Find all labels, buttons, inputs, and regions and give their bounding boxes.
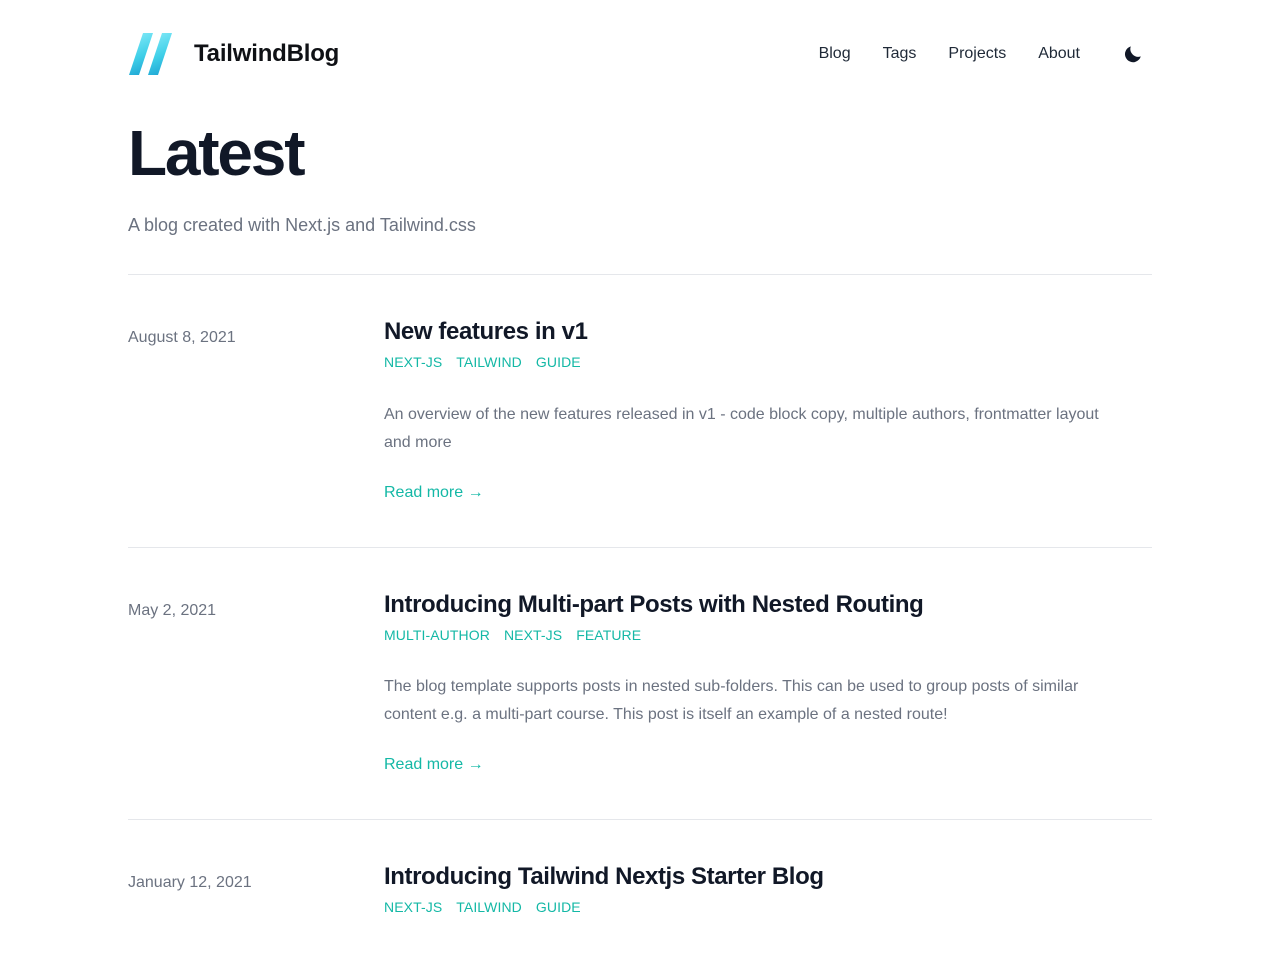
- post-excerpt: The blog template supports posts in nest…: [384, 678, 1079, 724]
- post-date-column: August 8, 2021: [128, 317, 384, 351]
- nav-item-blog[interactable]: Blog: [803, 39, 867, 69]
- post-tag-list: NEXT-JS TAILWIND GUIDE: [384, 898, 1152, 918]
- post-content: Introducing Multi-part Posts with Nested…: [384, 590, 1152, 778]
- content-container: TailwindBlog Blog Tags Projects About La…: [128, 0, 1152, 960]
- post-date-column: January 12, 2021: [128, 862, 384, 896]
- tag-link[interactable]: TAILWIND: [456, 353, 522, 373]
- tag-link[interactable]: NEXT-JS: [384, 353, 442, 373]
- tag-link[interactable]: TAILWIND: [456, 898, 522, 918]
- main-navigation: Blog Tags Projects About: [803, 35, 1152, 73]
- post-title-link[interactable]: Introducing Tailwind Nextjs Starter Blog: [384, 863, 824, 890]
- site-header: TailwindBlog Blog Tags Projects About: [128, 0, 1152, 86]
- page-subtitle: A blog created with Next.js and Tailwind…: [128, 215, 476, 236]
- post-title-link[interactable]: Introducing Multi-part Posts with Nested…: [384, 591, 924, 618]
- post-date: August 8, 2021: [128, 328, 236, 346]
- post-article: January 12, 2021 Introducing Tailwind Ne…: [128, 820, 1152, 960]
- page-root: TailwindBlog Blog Tags Projects About La…: [0, 0, 1280, 960]
- tag-link[interactable]: NEXT-JS: [504, 626, 562, 646]
- post-title: Introducing Tailwind Nextjs Starter Blog: [384, 862, 1152, 892]
- post-excerpt: An overview of the new features released…: [384, 405, 1099, 451]
- moon-icon: [1122, 43, 1144, 65]
- post-article: May 2, 2021 Introducing Multi-part Posts…: [128, 548, 1152, 820]
- tag-link[interactable]: FEATURE: [576, 626, 641, 646]
- read-more-label: Read more: [384, 756, 464, 774]
- tag-link[interactable]: MULTI-AUTHOR: [384, 626, 490, 646]
- tag-link[interactable]: GUIDE: [536, 353, 581, 373]
- arrow-right-icon: →: [467, 483, 484, 501]
- post-tag-list: MULTI-AUTHOR NEXT-JS FEATURE: [384, 626, 1152, 646]
- post-title: Introducing Multi-part Posts with Nested…: [384, 590, 1152, 620]
- post-date-column: May 2, 2021: [128, 590, 384, 624]
- tag-link[interactable]: NEXT-JS: [384, 898, 442, 918]
- page-title: Latest: [128, 117, 306, 189]
- brand-home-link[interactable]: TailwindBlog: [128, 31, 339, 77]
- post-article: August 8, 2021 New features in v1 NEXT-J…: [128, 275, 1152, 547]
- brand-name: TailwindBlog: [194, 40, 340, 67]
- post-date: May 2, 2021: [128, 601, 217, 619]
- post-content: New features in v1 NEXT-JS TAILWIND GUID…: [384, 317, 1152, 505]
- post-date: January 12, 2021: [128, 874, 252, 892]
- post-list-item: January 12, 2021 Introducing Tailwind Ne…: [128, 820, 1152, 960]
- post-title-link[interactable]: New features in v1: [384, 318, 588, 345]
- post-list-item: August 8, 2021 New features in v1 NEXT-J…: [128, 275, 1152, 547]
- post-content: Introducing Tailwind Nextjs Starter Blog…: [384, 862, 1152, 918]
- read-more-link[interactable]: Read more →: [384, 753, 484, 777]
- read-more-link[interactable]: Read more →: [384, 481, 484, 505]
- page-heading-section: Latest A blog created with Next.js and T…: [128, 86, 1152, 274]
- theme-toggle-button[interactable]: [1114, 35, 1152, 73]
- tag-link[interactable]: GUIDE: [536, 898, 581, 918]
- nav-item-about[interactable]: About: [1022, 39, 1096, 69]
- nav-item-projects[interactable]: Projects: [932, 39, 1022, 69]
- arrow-right-icon: →: [467, 756, 484, 774]
- post-tag-list: NEXT-JS TAILWIND GUIDE: [384, 353, 1152, 373]
- post-list-item: May 2, 2021 Introducing Multi-part Posts…: [128, 548, 1152, 820]
- post-list: August 8, 2021 New features in v1 NEXT-J…: [128, 275, 1152, 960]
- tailwind-slashes-logo-icon: [128, 31, 180, 77]
- nav-item-tags[interactable]: Tags: [867, 39, 933, 69]
- read-more-label: Read more: [384, 483, 464, 501]
- post-title: New features in v1: [384, 317, 1152, 347]
